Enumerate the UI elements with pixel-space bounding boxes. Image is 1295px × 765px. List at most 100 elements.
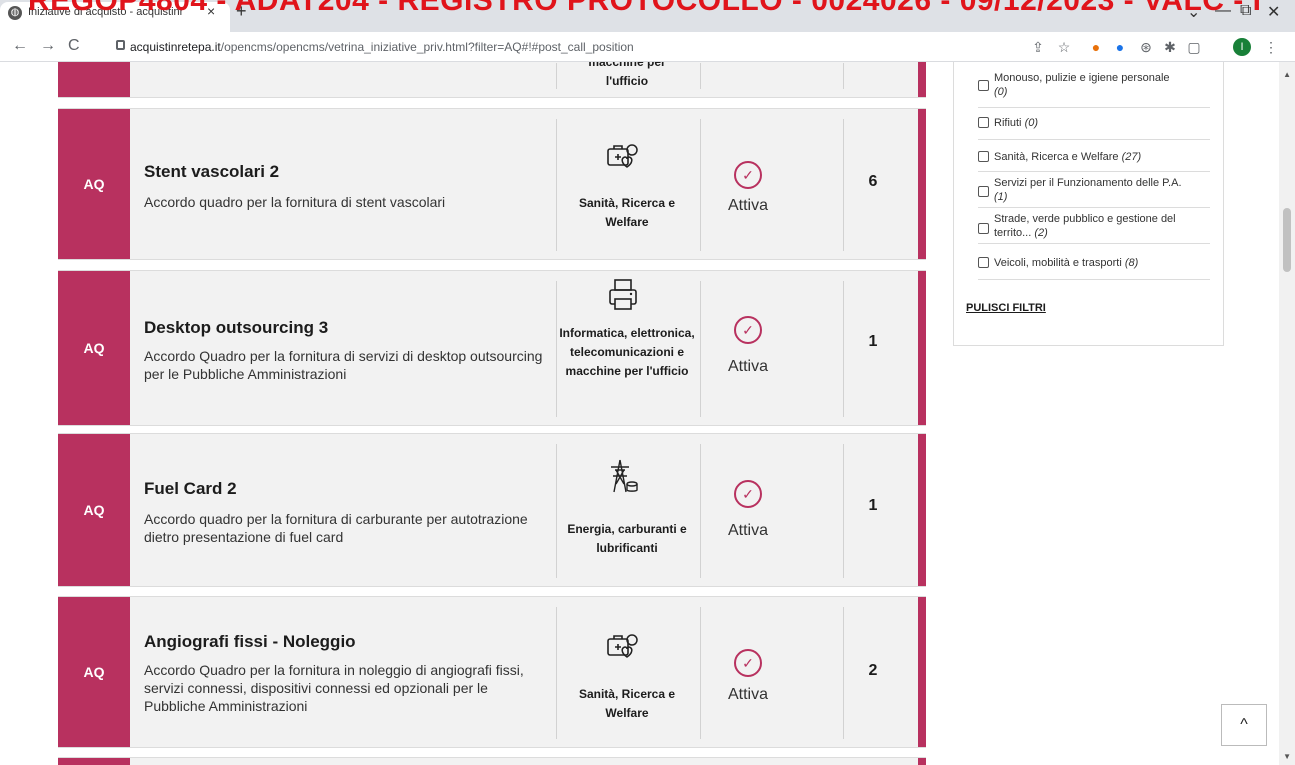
initiative-card[interactable]: AQ Angiografi fissi - Noleggio Accordo Q… (58, 596, 926, 748)
card-title[interactable]: Angiografi fissi - Noleggio (144, 632, 356, 652)
url-text[interactable]: acquistinretepa.it/opencms/opencms/vetri… (130, 40, 634, 54)
forward-button[interactable]: → (40, 37, 56, 55)
scroll-up-arrow-icon[interactable]: ▲ (1283, 70, 1291, 79)
filter-checkbox[interactable] (978, 223, 989, 234)
extension-blue-icon[interactable]: ● (1112, 39, 1128, 55)
check-circle-icon: ✓ (734, 480, 762, 508)
puzzle-icon[interactable]: ✱ (1162, 39, 1178, 55)
window-close-button[interactable]: ✕ (1267, 2, 1280, 22)
card-count: 1 (868, 497, 878, 514)
filter-item[interactable]: Rifiuti (0) (978, 108, 1210, 140)
medical-kit-heart-icon (607, 634, 638, 658)
card-status: Attiva (727, 197, 768, 214)
filter-label: Sanità, Ricerca e Welfare (27) (994, 151, 1142, 163)
filter-item[interactable]: Strade, verde pubblico e gestione del te… (978, 208, 1210, 244)
filter-item[interactable]: Veicoli, mobilità e trasporti (8) (978, 244, 1210, 280)
card-title[interactable]: Desktop outsourcing 3 (144, 318, 328, 338)
menu-icon[interactable]: ⋮ (1263, 39, 1279, 55)
divider (843, 119, 844, 251)
initiative-card[interactable]: AQ Stent vascolari 2 Accordo quadro per … (58, 108, 926, 260)
url-host: acquistinretepa.it (130, 40, 221, 54)
tab-bar: ◍ Iniziative di acquisto - acquistinr × … (0, 0, 1295, 32)
filter-label: Rifiuti (0) (994, 117, 1039, 129)
extension-grid-icon[interactable]: ⊛ (1138, 39, 1154, 55)
protocol-stamp: REGOP4804 - ADAT204 - REGISTRO PROTOCOLL… (28, 0, 1262, 17)
card-description: Accordo quadro per la fornitura di stent… (144, 194, 446, 210)
scroll-down-arrow-icon[interactable]: ▼ (1283, 752, 1291, 761)
card-right-bar (918, 271, 926, 425)
extension-orange-icon[interactable]: ● (1088, 39, 1104, 55)
scroll-thumb[interactable] (1283, 208, 1291, 272)
card-right-bar (918, 434, 926, 586)
card-tag: AQ (58, 271, 130, 425)
medical-kit-heart-icon (607, 144, 638, 168)
card-title[interactable]: Stent vascolari 2 (144, 162, 279, 182)
card-right-bar (918, 758, 926, 765)
filter-label: Servizi per il Funzionamento delle P.A.(… (994, 177, 1182, 203)
card-category: Energia, carburanti e lubrificanti (567, 522, 687, 555)
card-tag: AQ (58, 109, 130, 259)
reload-button[interactable]: C (68, 37, 80, 55)
globe-icon: ◍ (8, 6, 22, 20)
filter-checkbox[interactable] (978, 80, 989, 91)
chevron-up-icon: ^ (1240, 716, 1248, 733)
filter-label: Strade, verde pubblico e gestione del te… (994, 213, 1176, 239)
card-tag (58, 62, 130, 97)
filter-checkbox[interactable] (978, 186, 989, 197)
divider (700, 281, 701, 417)
card-status: Attiva (727, 686, 768, 703)
divider (700, 607, 701, 739)
card-count: 1 (868, 333, 878, 350)
back-to-top-button[interactable]: ^ (1221, 704, 1267, 746)
url-path: /opencms/opencms/vetrina_iniziative_priv… (220, 40, 634, 54)
card-count: 6 (868, 173, 878, 190)
card-tag: AQ (58, 597, 130, 747)
check-circle-icon: ✓ (734, 649, 762, 677)
initiative-card[interactable]: AQ Desktop outsourcing 3 Accordo Quadro … (58, 270, 926, 426)
share-icon[interactable]: ⇪ (1030, 39, 1046, 55)
card-category: Informatica, elettronica, telecomunicazi… (559, 326, 695, 378)
sidepanel-icon[interactable]: ▢ (1186, 39, 1202, 55)
filter-checkbox[interactable] (978, 117, 989, 128)
lock-icon (116, 40, 125, 50)
filter-label: Veicoli, mobilità e trasporti (8) (994, 257, 1139, 269)
initiative-card[interactable] (58, 757, 926, 765)
divider (700, 63, 701, 89)
card-category: Sanità, Ricerca e Welfare (578, 687, 676, 720)
filter-checkbox[interactable] (978, 257, 989, 268)
card-title[interactable]: Fuel Card 2 (144, 479, 237, 499)
browser-toolbar: ← → C acquistinretepa.it/opencms/opencms… (0, 32, 1295, 62)
card-description: Accordo quadro per la fornitura di carbu… (144, 511, 528, 545)
divider (843, 281, 844, 417)
filter-checkbox[interactable] (978, 151, 989, 162)
card-right-bar (918, 597, 926, 747)
divider (700, 119, 701, 251)
card-description: Accordo Quadro per la fornitura in noleg… (144, 662, 524, 714)
back-button[interactable]: ← (12, 37, 28, 55)
profile-avatar[interactable]: I (1233, 38, 1251, 56)
card-category: macchine per l'ufficio (588, 62, 666, 88)
filter-item[interactable]: Monouso, pulizie e igiene personale (0) (978, 68, 1210, 108)
card-right-bar (918, 109, 926, 259)
divider (700, 444, 701, 578)
page-scrollbar[interactable]: ▲ ▼ (1279, 62, 1295, 765)
initiative-card[interactable]: macchine per l'ufficio (58, 62, 926, 98)
card-status: Attiva (727, 358, 768, 375)
card-right-bar (918, 62, 926, 97)
card-description: Accordo Quadro per la fornitura di servi… (144, 348, 543, 382)
clear-filters-link[interactable]: PULISCI FILTRI (966, 302, 1046, 314)
card-count: 2 (868, 662, 878, 679)
card-status: Attiva (727, 522, 768, 539)
check-circle-icon: ✓ (734, 316, 762, 344)
card-category: Sanità, Ricerca e Welfare (578, 196, 676, 229)
check-circle-icon: ✓ (734, 161, 762, 189)
address-bar[interactable]: acquistinretepa.it/opencms/opencms/vetri… (100, 35, 1100, 59)
filter-item[interactable]: Sanità, Ricerca e Welfare (27) (978, 140, 1210, 172)
divider (843, 63, 844, 89)
filter-item[interactable]: Servizi per il Funzionamento delle P.A.(… (978, 172, 1210, 208)
initiative-card[interactable]: AQ Fuel Card 2 Accordo quadro per la for… (58, 433, 926, 587)
bookmark-star-icon[interactable]: ☆ (1056, 39, 1072, 55)
divider (843, 607, 844, 739)
card-tag (58, 758, 130, 765)
card-tag: AQ (58, 434, 130, 586)
